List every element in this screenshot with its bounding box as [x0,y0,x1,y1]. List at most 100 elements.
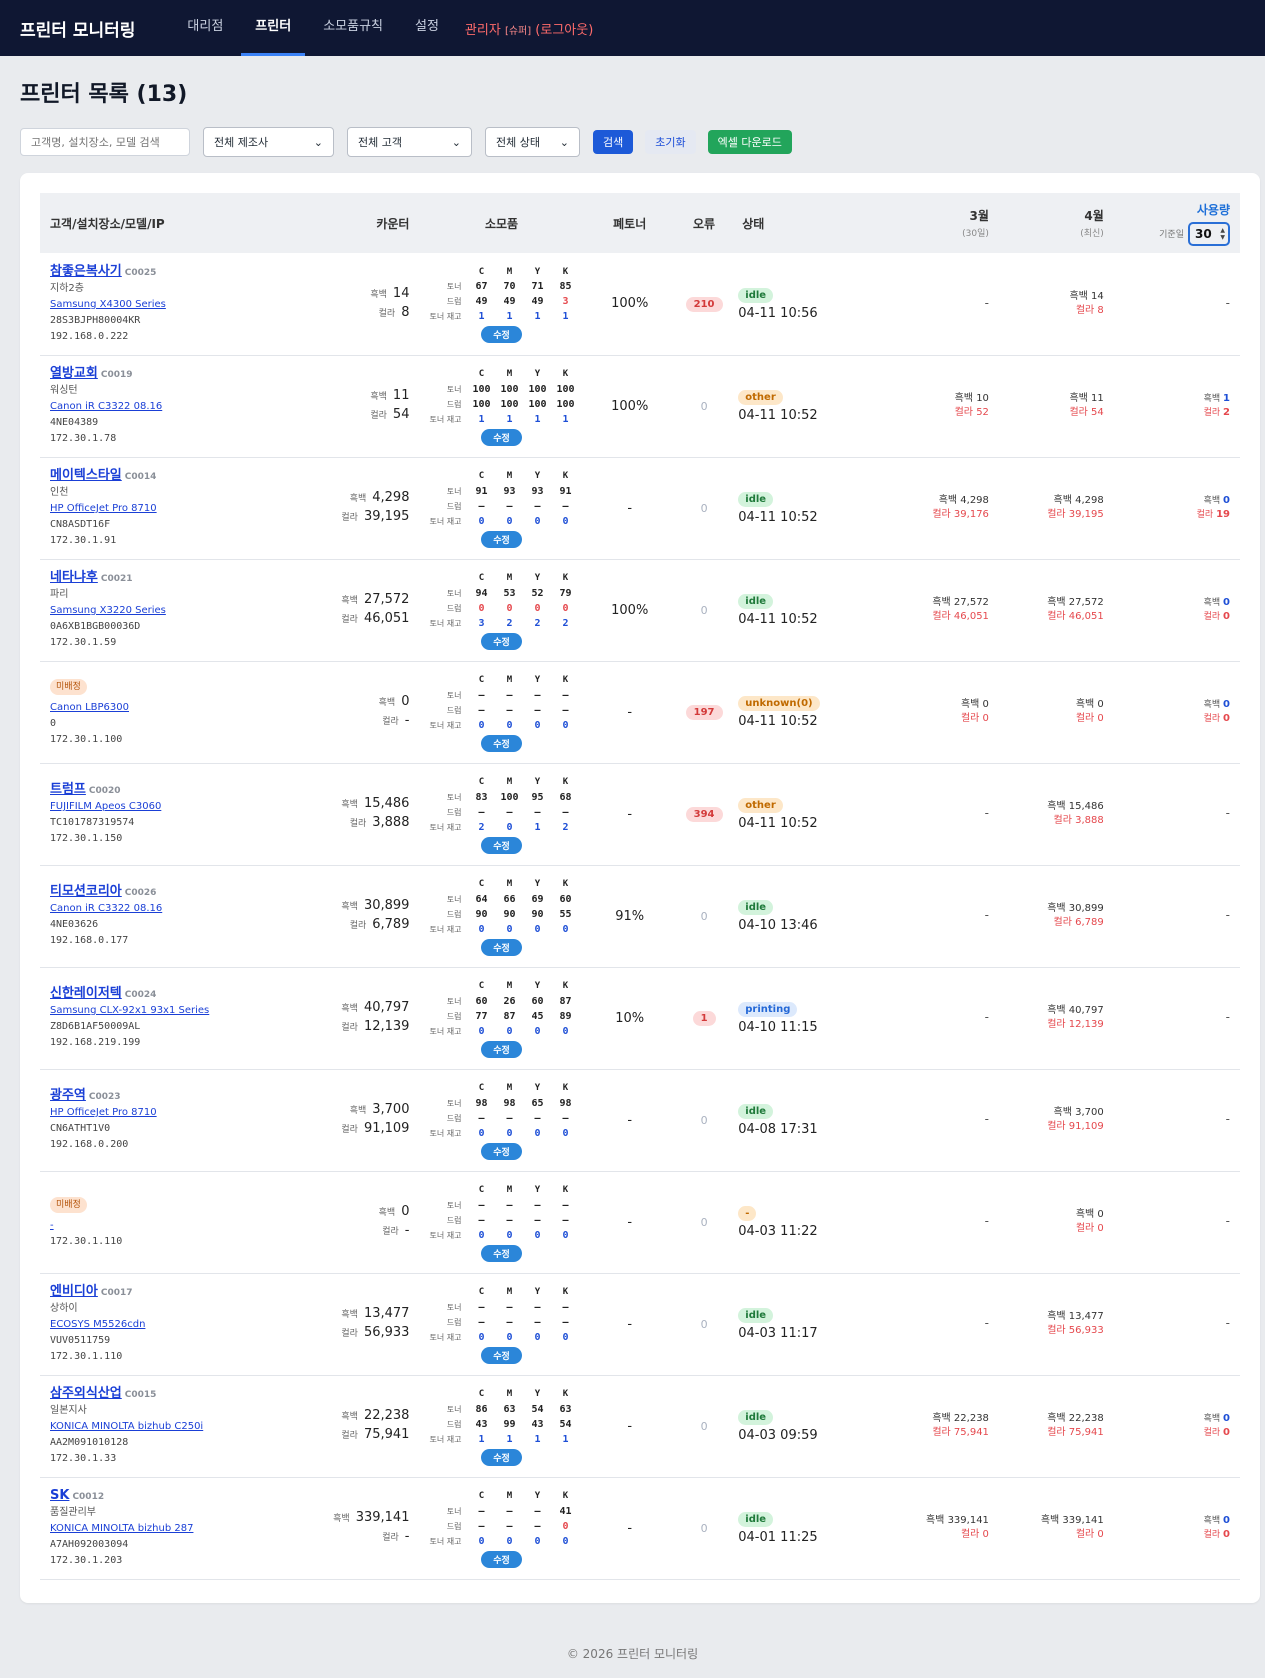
edit-supplies-button[interactable]: 수정 [481,1550,522,1568]
th-supplies[interactable]: 소모품 [419,193,583,253]
edit-supplies-button[interactable]: 수정 [481,326,522,344]
customer-name-link[interactable]: 광주역 [50,1088,86,1103]
customer-name-link[interactable]: 티모션코리아 [50,884,122,899]
model-link[interactable]: Canon iR C3322 08.16 [50,401,162,412]
error-count-badge[interactable]: 1 [692,1011,716,1026]
th-status[interactable]: 상태 [732,193,840,253]
model-link[interactable]: Canon iR C3322 08.16 [50,903,162,914]
nav-supply-rules[interactable]: 소모품규칙 [309,0,397,56]
status-cell: idle 04-10 13:46 [732,865,840,967]
table-row[interactable]: 광주역 C0023 HP OfficeJet Pro 8710 CN6ATHT1V0 1… [40,1069,1240,1171]
color-counter: - [404,1223,410,1238]
excel-download-button[interactable]: 엑셀 다운로드 [707,130,792,154]
month-2-cell: 흑백 4,298 컬라 39,195 [999,457,1114,559]
nav-settings[interactable]: 설정 [401,0,453,56]
customer-name-link[interactable]: 삼주외식산업 [50,1386,122,1401]
th-counter[interactable]: 카운터 [286,193,419,253]
status-time: 04-10 11:15 [738,1020,818,1035]
reset-button[interactable]: 초기화 [645,130,696,154]
drum-level: 0 [562,1520,569,1532]
status-badge: idle [738,492,774,507]
customer-name-link[interactable]: 트럼프 [50,782,86,797]
stepper-arrows-icon[interactable]: ▲ ▼ [1220,227,1225,241]
supply-color-header: C [478,266,485,277]
edit-supplies-button[interactable]: 수정 [481,1448,522,1466]
maker-select[interactable]: 전체 제조사 ⌄ [203,127,334,157]
model-link[interactable]: FUJIFILM Apeos C3060 [50,801,161,812]
edit-supplies-button[interactable]: 수정 [481,428,522,446]
edit-supplies-button[interactable]: 수정 [481,1142,522,1160]
drum-level: 0 [478,602,485,614]
month-1-cell: - [840,253,999,355]
edit-supplies-button[interactable]: 수정 [481,530,522,548]
table-row[interactable]: 네타냐후 C0021 파리 Samsung X3220 Series 0A6XB1BGB… [40,559,1240,661]
model-link[interactable]: Canon LBP6300 [50,702,129,713]
model-link[interactable]: - [50,1220,54,1231]
th-errors[interactable]: 오류 [676,193,732,253]
model-link[interactable]: HP OfficeJet Pro 8710 [50,1107,157,1118]
basis-day-stepper[interactable]: 30 ▲ ▼ [1188,221,1230,246]
status-select-value: 전체 상태 [496,136,540,149]
customer-name-link[interactable]: SK [50,1488,69,1503]
table-row[interactable]: 티모션코리아 C0026 Canon iR C3322 08.16 4NE03626 1… [40,865,1240,967]
m2-color: 46,051 [1068,611,1104,622]
drum-level: – [534,1520,541,1532]
th-customer[interactable]: 고객/설치장소/모델/IP [40,193,286,253]
usage-header-label[interactable]: 사용량 [1114,201,1230,218]
customer-name-link[interactable]: 엔비디아 [50,1284,98,1299]
edit-supplies-button[interactable]: 수정 [481,836,522,854]
nav-dealers[interactable]: 대리점 [173,0,237,56]
model-link[interactable]: Samsung CLX-92x1 93x1 Series [50,1005,209,1016]
table-row[interactable]: 미배정 Canon LBP6300 0 172.30.1.100 흑백 0 컬라 - C M Y K 토… [40,661,1240,763]
bw-label: 흑백 [1203,496,1221,506]
customer-name-link[interactable]: 신한레이저텍 [50,986,122,1001]
customer-name-link[interactable]: 네타냐후 [50,570,98,585]
edit-supplies-button[interactable]: 수정 [481,632,522,650]
customer-name-link[interactable]: 열방교회 [50,366,98,381]
status-select[interactable]: 전체 상태 ⌄ [485,127,580,157]
model-link[interactable]: ECOSYS M5526cdn [50,1319,145,1330]
table-row[interactable]: 메이텍스타일 C0014 인천 HP OfficeJet Pro 8710 CN8ASD… [40,457,1240,559]
color-label: 컬라 [1047,1019,1066,1030]
error-count-badge[interactable]: 394 [685,807,723,822]
toner-level: 100 [528,383,547,395]
model-link[interactable]: Samsung X3220 Series [50,605,166,616]
search-button[interactable]: 검색 [593,130,634,154]
color-label: 컬라 [1196,510,1214,520]
edit-supplies-button[interactable]: 수정 [481,1244,522,1262]
color-label: 컬라 [382,1533,399,1543]
brand-title[interactable]: 프린터 모니터링 [20,16,135,41]
error-count-badge[interactable]: 197 [685,705,723,720]
table-row[interactable]: 엔비디아 C0017 상하이 ECOSYS M5526cdn VUV0511759 172… [40,1273,1240,1375]
table-row[interactable]: 미배정 -172.30.1.110 흑백 0 컬라 - C M Y K 토너 – – – – 드럼 – – – – 토너… [40,1171,1240,1273]
customer-code: C0017 [100,1288,133,1298]
supply-color-header: K [562,1083,569,1093]
th-month-1[interactable]: 3월 (30일) [840,193,999,253]
error-count-badge[interactable]: 210 [685,296,723,312]
customer-select[interactable]: 전체 고객 ⌄ [347,127,472,157]
stock-level: 1 [534,311,541,323]
edit-supplies-button[interactable]: 수정 [481,1040,522,1058]
month-2-cell: 흑백 13,477 컬라 56,933 [999,1273,1114,1375]
customer-name-link[interactable]: 참좋은복사기 [50,264,122,279]
table-row[interactable]: SK C0012 품질관리부 KONICA MINOLTA bizhub 287 A7A… [40,1477,1240,1579]
th-month-2[interactable]: 4월 (최신) [999,193,1114,253]
table-row[interactable]: 트럼프 C0020 FUJIFILM Apeos C3060 TC1017873195… [40,763,1240,865]
table-row[interactable]: 삼주외식산업 C0015 일본지사 KONICA MINOLTA bizhub C25… [40,1375,1240,1477]
customer-name-link[interactable]: 메이텍스타일 [50,468,122,483]
edit-supplies-button[interactable]: 수정 [481,734,522,752]
search-input[interactable] [20,128,190,156]
edit-supplies-button[interactable]: 수정 [481,938,522,956]
table-row[interactable]: 참좋은복사기 C0025 지하2층 Samsung X4300 Series 28S3B… [40,253,1240,355]
logout-link[interactable]: (로그아웃) [535,23,593,38]
th-waste-toner[interactable]: 폐토너 [584,193,676,253]
bw-label: 흑백 [1069,290,1088,302]
model-link[interactable]: KONICA MINOLTA bizhub 287 [50,1523,193,1534]
model-link[interactable]: HP OfficeJet Pro 8710 [50,503,157,514]
table-row[interactable]: 신한레이저텍 C0024 Samsung CLX-92x1 93x1 Series Z… [40,967,1240,1069]
model-link[interactable]: KONICA MINOLTA bizhub C250i [50,1421,203,1432]
table-row[interactable]: 열방교회 C0019 워싱턴 Canon iR C3322 08.16 4NE04389… [40,355,1240,457]
model-link[interactable]: Samsung X4300 Series [50,299,166,310]
edit-supplies-button[interactable]: 수정 [481,1346,522,1364]
nav-printers[interactable]: 프린터 [241,0,306,56]
